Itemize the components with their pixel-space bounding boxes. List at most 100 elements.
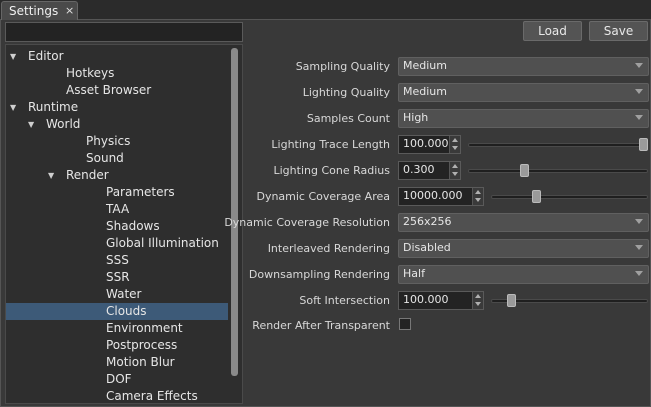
spin-buttons[interactable] [449, 162, 460, 179]
settings-tree: ▼ Editor Hotkeys Asset Browser ▼ Runtime ▼ Worl… [5, 44, 243, 404]
soft-intersection-label: Soft Intersection [299, 294, 390, 307]
tree-item[interactable]: Physics [6, 133, 228, 150]
save-button[interactable]: Save [589, 21, 648, 41]
spin-down-icon[interactable] [452, 146, 458, 150]
spin-buttons[interactable] [472, 188, 483, 205]
lighting-trace-length-spinbox[interactable]: 100.000 [398, 135, 461, 154]
tree-item[interactable]: Parameters [6, 184, 228, 201]
slider-handle[interactable] [639, 138, 648, 151]
slider-handle[interactable] [520, 164, 529, 177]
tree-item[interactable]: Postprocess [6, 337, 228, 354]
tree-item-label: Sound [86, 151, 124, 165]
tab-settings-label: Settings [9, 4, 59, 18]
tree-item-label: Hotkeys [66, 66, 115, 80]
tree-item[interactable]: SSR [6, 269, 228, 286]
sampling-quality-combo[interactable]: Medium [398, 57, 649, 76]
lighting-cone-radius-value: 0.300 [403, 163, 435, 176]
expand-arrow-icon[interactable]: ▼ [48, 167, 54, 184]
tree-item-label: Water [106, 287, 142, 301]
sampling-quality-value: Medium [403, 59, 447, 72]
chevron-down-icon [635, 63, 643, 68]
expand-arrow-icon[interactable]: ▼ [10, 99, 16, 116]
spin-down-icon[interactable] [475, 198, 481, 202]
render-after-transparent-checkbox[interactable] [399, 318, 411, 330]
spin-buttons[interactable] [449, 136, 460, 153]
chevron-down-icon [635, 89, 643, 94]
sampling-quality-label: Sampling Quality [295, 60, 390, 73]
interleaved-rendering-label: Interleaved Rendering [267, 242, 390, 255]
slider-handle[interactable] [506, 294, 516, 307]
tree-item-label: DOF [106, 372, 132, 386]
tree-item-label: Shadows [106, 219, 160, 233]
lighting-quality-combo[interactable]: Medium [398, 83, 649, 102]
tree-item[interactable]: Shadows [6, 218, 228, 235]
tree-item[interactable]: Water [6, 286, 228, 303]
tree-scrollbar[interactable] [231, 48, 238, 376]
downsampling-rendering-combo[interactable]: Half [398, 265, 649, 284]
lighting-trace-length-label: Lighting Trace Length [271, 138, 390, 151]
lighting-cone-radius-slider[interactable] [468, 164, 648, 177]
tree-item[interactable]: Camera Effects [6, 388, 228, 403]
tree-item-label: Render [66, 168, 109, 182]
spin-down-icon[interactable] [475, 302, 481, 306]
tree-item-label: Environment [106, 321, 183, 335]
spin-buttons[interactable] [472, 292, 483, 309]
chevron-down-icon [635, 115, 643, 120]
tree-item-label: SSR [106, 270, 130, 284]
tree-item[interactable]: ▼ World [6, 116, 228, 133]
chevron-down-icon [635, 245, 643, 250]
downsampling-rendering-value: Half [403, 267, 425, 280]
tree-item[interactable]: Hotkeys [6, 65, 228, 82]
lighting-quality-label: Lighting Quality [302, 86, 390, 99]
tree-item-label: Physics [86, 134, 131, 148]
tree-item[interactable]: Clouds [6, 303, 228, 320]
tree-item-label: Editor [28, 49, 64, 63]
soft-intersection-slider[interactable] [491, 294, 648, 307]
tree-item[interactable]: Asset Browser [6, 82, 228, 99]
expand-arrow-icon[interactable]: ▼ [28, 116, 34, 133]
load-button[interactable]: Load [523, 21, 582, 41]
search-input[interactable] [5, 22, 243, 42]
tree-item[interactable]: Sound [6, 150, 228, 167]
dynamic-coverage-area-slider[interactable] [491, 190, 648, 203]
tree-item[interactable]: DOF [6, 371, 228, 388]
spin-up-icon[interactable] [475, 190, 481, 194]
chevron-down-icon [635, 219, 643, 224]
spin-up-icon[interactable] [452, 138, 458, 142]
tree-item[interactable]: Environment [6, 320, 228, 337]
tree-item[interactable]: ▼ Runtime [6, 99, 228, 116]
tree-item[interactable]: Motion Blur [6, 354, 228, 371]
dynamic-coverage-area-spinbox[interactable]: 10000.000 [398, 187, 484, 206]
spin-up-icon[interactable] [452, 164, 458, 168]
tree-item-label: Clouds [106, 304, 147, 318]
samples-count-combo[interactable]: High [398, 109, 649, 128]
tab-settings[interactable]: Settings × [1, 1, 78, 21]
expand-arrow-icon[interactable]: ▼ [10, 48, 16, 65]
downsampling-rendering-label: Downsampling Rendering [248, 268, 390, 281]
tree-item[interactable]: ▼ Editor [6, 48, 228, 65]
slider-handle[interactable] [531, 190, 541, 203]
soft-intersection-spinbox[interactable]: 100.000 [398, 291, 484, 310]
spin-down-icon[interactable] [452, 172, 458, 176]
tree-item-label: Runtime [28, 100, 79, 114]
samples-count-value: High [403, 111, 429, 124]
dynamic-coverage-resolution-value: 256x256 [403, 215, 452, 228]
tree-item-label: Postprocess [106, 338, 178, 352]
close-icon[interactable]: × [65, 4, 74, 17]
tree-item[interactable]: TAA [6, 201, 228, 218]
tree-item-label: Asset Browser [66, 83, 152, 97]
tree-item-label: Parameters [106, 185, 175, 199]
tree-item[interactable]: ▼ Render [6, 167, 228, 184]
tree-item[interactable]: SSS [6, 252, 228, 269]
dynamic-coverage-resolution-combo[interactable]: 256x256 [398, 213, 649, 232]
spin-up-icon[interactable] [475, 294, 481, 298]
dynamic-coverage-area-value: 10000.000 [403, 189, 463, 202]
tree-item-label: TAA [106, 202, 130, 216]
lighting-quality-value: Medium [403, 85, 447, 98]
soft-intersection-value: 100.000 [403, 293, 449, 306]
interleaved-rendering-value: Disabled [403, 241, 451, 254]
tree-item[interactable]: Global Illumination [6, 235, 228, 252]
lighting-trace-length-slider[interactable] [468, 138, 648, 151]
interleaved-rendering-combo[interactable]: Disabled [398, 239, 649, 258]
lighting-cone-radius-spinbox[interactable]: 0.300 [398, 161, 461, 180]
